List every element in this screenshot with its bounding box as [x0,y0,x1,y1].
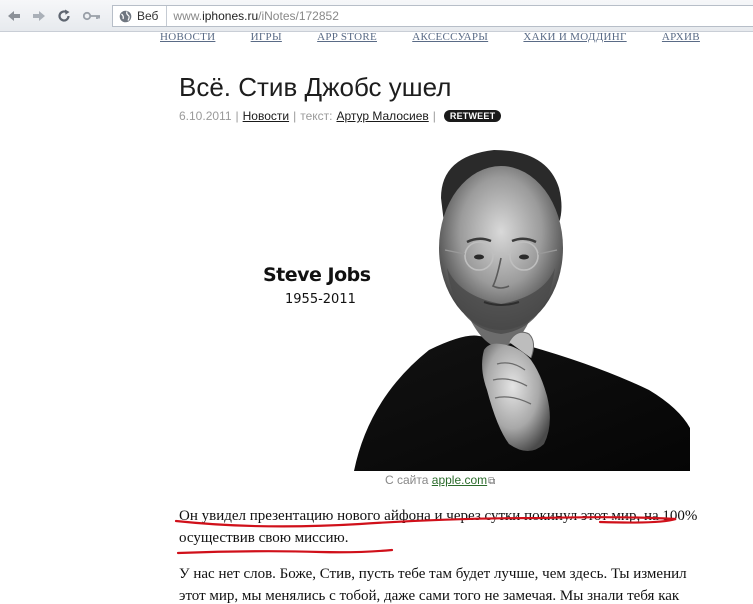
nav-item-hacks[interactable]: ХАКИ И МОДДИНГ [523,31,626,43]
retweet-button[interactable]: RETWEET [443,110,502,122]
external-link-icon: ⧉ [488,476,496,487]
author-link[interactable]: Артур Малосиев [336,109,428,123]
nav-item-app-store[interactable]: APP STORE [317,31,377,43]
article-category-link[interactable]: Новости [243,109,289,123]
nav-item-games[interactable]: ИГРЫ [251,31,282,43]
author-prefix: текст: [300,109,333,123]
steve-jobs-portrait [354,150,690,471]
credit-prefix: С сайта [385,473,429,487]
meta-separator: | [432,109,436,123]
photo-caption-years: 1955-2011 [285,292,356,307]
article-meta: 6.10.2011 | Новости | текст: Артур Малос… [179,108,502,124]
meta-separator: | [235,109,239,123]
site-nav: НОВОСТИ ИГРЫ APP STORE АКСЕССУАРЫ ХАКИ И… [160,31,700,43]
article-photo [179,128,690,471]
back-arrow-icon[interactable] [3,5,25,27]
forward-arrow-icon[interactable] [28,5,50,27]
photo-caption-name: Steve Jobs [263,264,371,286]
url-text[interactable]: www.iphones.ru/iNotes/172852 [167,9,338,23]
article-title: Всё. Стив Джобс ушел [179,72,452,102]
nav-item-news[interactable]: НОВОСТИ [160,31,215,43]
article-body: У нас нет слов. Боже, Стив, пусть тебе т… [179,566,687,604]
url-host: iphones.ru [202,9,259,23]
article-date: 6.10.2011 [179,109,232,123]
browser-toolbar: Веб www.iphones.ru/iNotes/172852 [0,0,753,32]
address-mode-label[interactable]: Веб [135,6,168,26]
article-lead: Он увидел презентацию нового айфона и че… [179,508,698,546]
url-prefix: www. [173,9,203,23]
reload-icon[interactable] [53,5,75,27]
nav-item-accessories[interactable]: АКСЕССУАРЫ [412,31,488,43]
globe-icon [115,10,135,23]
meta-separator: | [293,109,297,123]
key-icon[interactable] [81,5,103,27]
address-bar[interactable]: Веб www.iphones.ru/iNotes/172852 [112,5,753,27]
nav-item-archive[interactable]: АРХИВ [662,31,700,43]
url-path: /iNotes/172852 [258,9,339,23]
credit-link[interactable]: apple.com [432,473,487,487]
photo-credit: С сайта apple.com⧉ [385,473,495,487]
